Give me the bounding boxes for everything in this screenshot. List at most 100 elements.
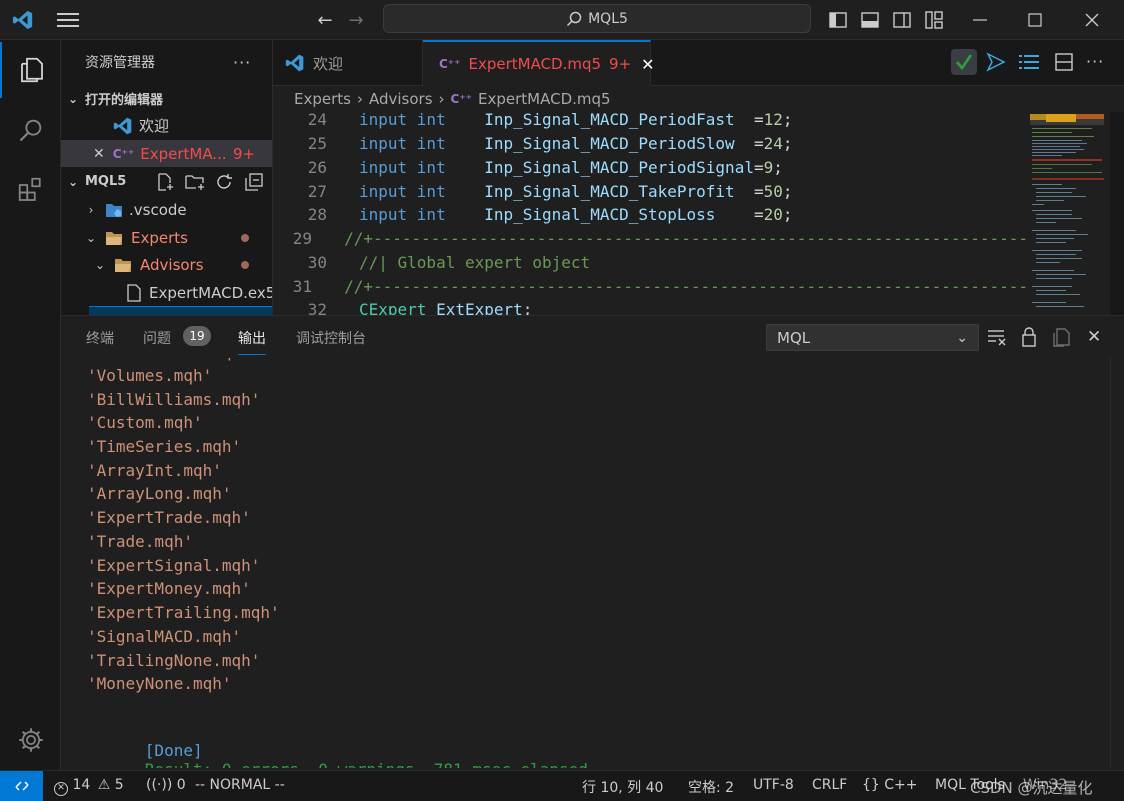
tab-welcome[interactable]: 欢迎: [273, 40, 423, 86]
vscode-welcome-icon: [285, 53, 305, 73]
remote-indicator-icon[interactable]: [0, 771, 43, 801]
cursor-position[interactable]: 行 10, 列 40: [582, 777, 663, 797]
end-of-line[interactable]: CRLF: [812, 777, 847, 793]
close-panel-icon[interactable]: ✕: [1087, 327, 1101, 347]
settings-gear-icon[interactable]: [0, 712, 61, 768]
extensions-icon[interactable]: [0, 162, 61, 218]
run-icon[interactable]: [986, 52, 1006, 76]
indentation[interactable]: 空格: 2: [688, 777, 734, 797]
tree-item-expertmacd-ex5[interactable]: ExpertMACD.ex5: [61, 279, 272, 306]
code-line: 24 input int Inp_Signal_MACD_PeriodFast =…: [273, 112, 1028, 131]
panel-tab-bar: 终端 问题 19 输出 调试控制台 MQL ⌄ ✕: [61, 316, 1124, 358]
code-comment: //| Global expert object: [359, 252, 591, 272]
title-bar: ← → MQL5: [0, 0, 1124, 40]
code-number: 12: [763, 112, 783, 129]
output-channel-value: MQL: [777, 328, 811, 347]
cpp-file-icon: C⁺⁺: [112, 146, 135, 161]
tab-problems[interactable]: 问题: [143, 328, 171, 348]
vscode-folder-icon: [105, 202, 123, 218]
open-editor-item-expertmacd[interactable]: ✕ C⁺⁺ ExpertMA... 9+: [61, 140, 272, 167]
output-view[interactable]: 'Oscillators.mqh' 'Volumes.mqh' 'BillWil…: [87, 358, 1087, 768]
code-number: 9: [763, 157, 774, 177]
code-line: 30 //| Global expert object: [273, 250, 1028, 274]
breadcrumb: Experts › Advisors › C⁺⁺ ExpertMACD.mq5: [273, 86, 1124, 112]
toggle-secondary-sidebar-icon[interactable]: [890, 8, 914, 32]
open-editors-section[interactable]: ⌄ 打开的编辑器: [61, 85, 272, 112]
code-editor[interactable]: 24 input int Inp_Signal_MACD_PeriodFast =…: [273, 112, 1028, 315]
breadcrumb-item[interactable]: Advisors: [369, 90, 433, 108]
tab-debug-console[interactable]: 调试控制台: [296, 328, 366, 348]
minimap[interactable]: [1028, 112, 1110, 315]
language-mode[interactable]: {} C++: [862, 777, 918, 793]
breadcrumb-item[interactable]: Experts: [294, 90, 351, 108]
toggle-panel-icon[interactable]: [858, 8, 882, 32]
tree-item-advisors[interactable]: ⌄ Advisors: [61, 251, 272, 278]
more-actions-icon[interactable]: ···: [1086, 52, 1104, 71]
code-identifier: Inp_Signal_MACD_PeriodSlow: [484, 133, 754, 153]
output-scrollbar[interactable]: [1110, 358, 1124, 768]
more-actions-icon[interactable]: ···: [233, 53, 251, 72]
close-editor-icon[interactable]: ✕: [93, 146, 105, 162]
new-file-icon[interactable]: [156, 172, 174, 191]
errors-status[interactable]: ✕ 14 ⚠ 5: [54, 777, 124, 796]
close-window-icon[interactable]: [1080, 8, 1104, 32]
tab-terminal[interactable]: 终端: [86, 328, 114, 348]
output-line: 'ExpertTrailing.mqh': [87, 603, 280, 622]
code-line: 26 input int Inp_Signal_MACD_PeriodSignal…: [273, 155, 1028, 179]
status-bar: ✕ 14 ⚠ 5 ((·)) 0 -- NORMAL -- 行 10, 列 40…: [0, 770, 1124, 801]
workspace-section[interactable]: ⌄ MQL5: [61, 168, 272, 195]
split-editor-icon[interactable]: [1054, 52, 1074, 76]
lock-icon[interactable]: [1021, 327, 1037, 351]
customize-layout-icon[interactable]: [922, 8, 946, 32]
code-line: 25 input int Inp_Signal_MACD_PeriodSlow =…: [273, 131, 1028, 155]
done-tag: [Done]: [144, 741, 203, 760]
output-line: 'Oscillators.mqh': [87, 358, 251, 366]
toggle-primary-sidebar-icon[interactable]: [826, 8, 850, 32]
list-icon[interactable]: [1019, 52, 1039, 76]
tree-item-selected[interactable]: [89, 306, 272, 315]
folder-open-icon: [114, 257, 132, 273]
command-center-search[interactable]: MQL5: [383, 4, 811, 33]
open-editor-label: 欢迎: [139, 117, 170, 135]
clear-output-icon[interactable]: [987, 328, 1007, 350]
error-icon: ✕: [54, 782, 68, 796]
code-comment: //+-------------------------------------…: [344, 276, 1028, 296]
explorer-icon[interactable]: [0, 42, 61, 98]
search-sidebar-icon[interactable]: [0, 102, 61, 158]
code-number: 50: [763, 181, 783, 201]
compile-check-icon[interactable]: [951, 49, 977, 75]
tab-expertmacd[interactable]: C⁺⁺ ExpertMACD.mq5 9+ ✕: [423, 40, 655, 86]
output-line: 'BillWilliams.mqh': [87, 390, 261, 409]
tab-output[interactable]: 输出: [238, 328, 266, 355]
modified-dot: [241, 233, 249, 242]
menu-icon[interactable]: [56, 8, 80, 32]
open-output-file-icon[interactable]: [1052, 327, 1072, 351]
encoding[interactable]: UTF-8: [753, 777, 794, 793]
refresh-icon[interactable]: [215, 173, 233, 191]
tree-item-vscode[interactable]: › .vscode: [61, 196, 272, 223]
minimize-icon[interactable]: [968, 8, 992, 32]
close-tab-icon[interactable]: ✕: [641, 55, 654, 74]
cpp-file-icon: C⁺⁺: [439, 57, 461, 71]
editor-tab-bar: 欢迎 C⁺⁺ ExpertMACD.mq5 9+ ✕ ···: [273, 40, 1124, 86]
code-line: 31 //+-----------------------------------…: [273, 274, 1028, 298]
ports-status[interactable]: ((·)) 0: [146, 777, 186, 793]
line-number: 26: [307, 157, 327, 177]
output-channel-select[interactable]: MQL ⌄: [766, 324, 979, 351]
forward-arrow-icon[interactable]: →: [344, 8, 368, 32]
collapse-all-icon[interactable]: [245, 172, 263, 191]
code-identifier: Inp_Signal_MACD_PeriodFast: [484, 112, 754, 129]
maximize-icon[interactable]: [1023, 8, 1047, 32]
output-line: 'SignalMACD.mqh': [87, 627, 242, 646]
back-arrow-icon[interactable]: ←: [313, 8, 337, 32]
explorer-header: 资源管理器 ···: [61, 49, 272, 75]
line-number: 25: [307, 133, 327, 153]
output-line: 'MoneyNone.mqh': [87, 674, 232, 693]
tree-item-experts[interactable]: ⌄ Experts: [61, 224, 272, 251]
open-editor-item-welcome[interactable]: 欢迎: [61, 112, 272, 139]
code-identifier: Inp_Signal_MACD_TakeProfit: [484, 181, 754, 201]
ports-count: 0: [176, 777, 186, 793]
breadcrumb-item[interactable]: ExpertMACD.mq5: [478, 90, 611, 108]
new-folder-icon[interactable]: [185, 173, 205, 191]
tree-label: Experts: [131, 228, 188, 247]
